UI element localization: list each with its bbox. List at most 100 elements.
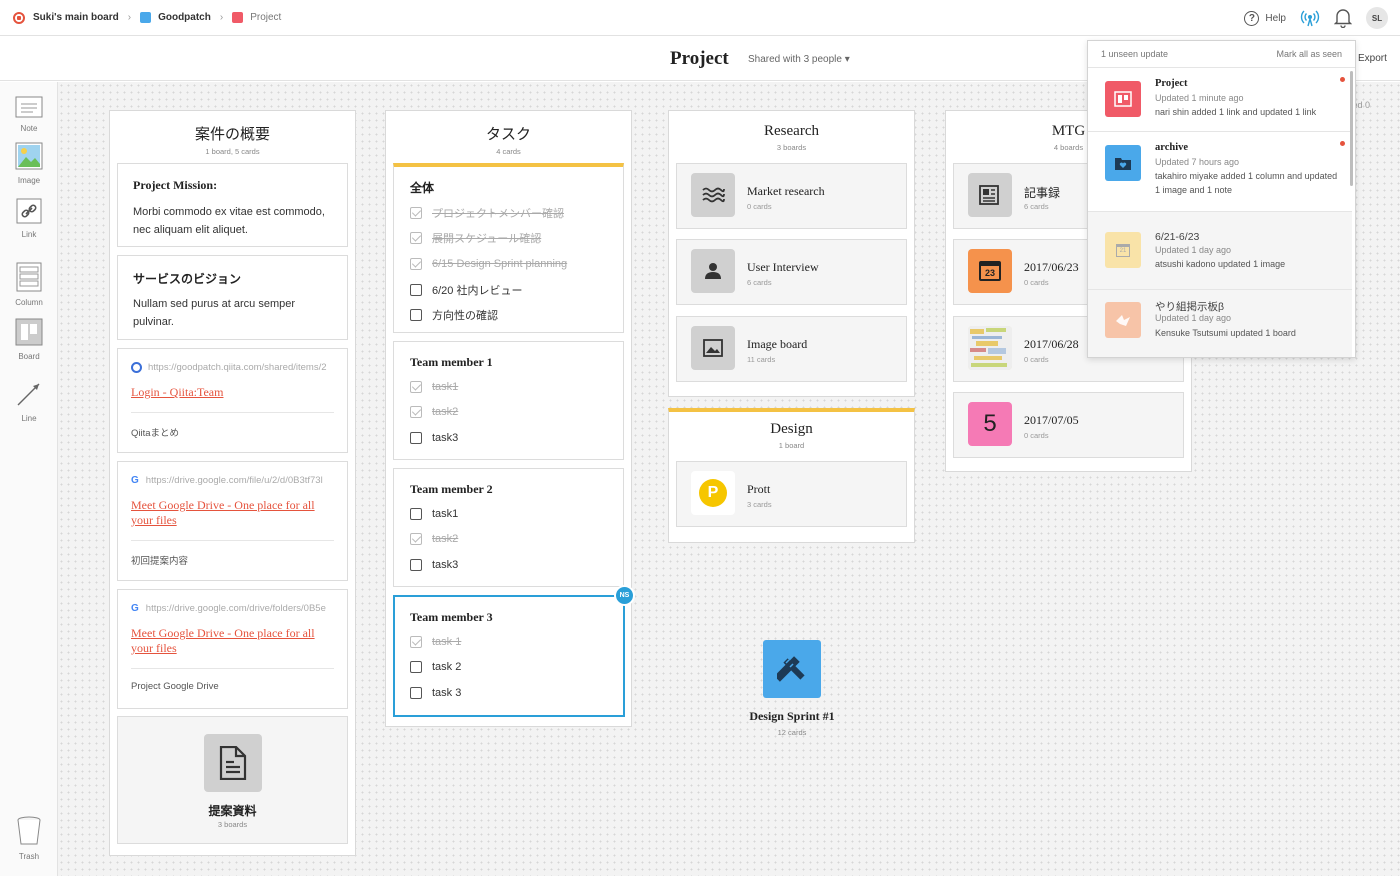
link-url: https://drive.google.com/file/u/2/d/0B3t… xyxy=(145,475,323,486)
todo-item[interactable]: task1 xyxy=(410,374,607,400)
tool-image[interactable]: Image xyxy=(0,142,58,185)
todo-item[interactable]: task1 xyxy=(410,501,607,527)
notification-item[interactable]: 21 6/21-6/23 Updated 1 day ago atsushi k… xyxy=(1088,212,1352,290)
board-subtitle: 12 cards xyxy=(777,728,807,737)
column-tasks[interactable]: タスク 4 cards 全体 プロジェクトメンバー確認 展開スケジュール確認 6… xyxy=(385,110,635,727)
breadcrumb-chevron-icon: › xyxy=(127,12,132,23)
board-icon xyxy=(15,318,43,346)
todo-item[interactable]: task2 xyxy=(410,400,607,426)
link-card[interactable]: https://goodpatch.qiita.com/shared/items… xyxy=(117,348,348,453)
checkbox-icon[interactable] xyxy=(410,431,422,444)
tool-line[interactable]: Line xyxy=(0,380,58,423)
todo-item[interactable]: task 1 xyxy=(410,629,608,655)
link-title[interactable]: Login - Qiita:Team xyxy=(131,385,334,400)
divider xyxy=(131,668,334,669)
board-title: Image board xyxy=(747,337,808,351)
checkbox-checked-icon[interactable] xyxy=(410,380,422,393)
board-design-sprint[interactable]: Design Sprint #1 12 cards xyxy=(720,640,864,737)
link-card[interactable]: G https://drive.google.com/drive/folders… xyxy=(117,589,348,709)
link-title[interactable]: Meet Google Drive - One place for all yo… xyxy=(131,498,334,528)
mark-all-seen-button[interactable]: Mark all as seen xyxy=(1276,49,1342,59)
checkbox-icon[interactable] xyxy=(410,507,422,520)
board-item-user-interview[interactable]: User Interview 6 cards xyxy=(676,239,907,305)
board-title: 提案資料 xyxy=(208,804,257,818)
link-caption: Qiitaまとめ xyxy=(131,428,180,439)
export-button[interactable]: Export xyxy=(1358,53,1387,64)
checkbox-icon[interactable] xyxy=(410,661,422,674)
todo-item[interactable]: task 3 xyxy=(410,680,608,706)
todo-item[interactable]: 6/15 Design Sprint planning xyxy=(410,251,607,277)
todo-card-selected[interactable]: Team member 3 task 1 task 2 task 3 NS xyxy=(393,585,635,717)
board-item-image-board[interactable]: Image board 11 cards xyxy=(676,316,907,382)
todo-item[interactable]: 方向性の確認 xyxy=(410,302,607,328)
link-title[interactable]: Meet Google Drive - One place for all yo… xyxy=(131,626,334,656)
checkbox-icon[interactable] xyxy=(410,686,422,699)
notification-item[interactable]: Project Updated 1 minute ago nari shin a… xyxy=(1088,68,1352,132)
board-subtitle: 3 cards xyxy=(747,500,772,509)
tool-link[interactable]: Link xyxy=(0,198,58,239)
checkbox-checked-icon[interactable] xyxy=(410,406,422,419)
folder-heart-icon xyxy=(1105,145,1141,181)
todo-item[interactable]: task2 xyxy=(410,527,607,553)
board-title: 記事録 xyxy=(1024,186,1061,200)
checkbox-checked-icon[interactable] xyxy=(410,533,422,546)
tool-column[interactable]: Column xyxy=(0,262,58,307)
notification-item[interactable]: やり組掲示板β Updated 1 day ago Kensuke Tsutsu… xyxy=(1088,290,1352,357)
todo-item[interactable]: task3 xyxy=(410,425,607,451)
board-item-20170705[interactable]: 5 2017/07/05 0 cards xyxy=(953,392,1184,458)
broadcast-icon[interactable] xyxy=(1300,9,1320,27)
link-card[interactable]: G https://drive.google.com/file/u/2/d/0B… xyxy=(117,461,348,581)
breadcrumb-item-main[interactable]: Suki's main board xyxy=(33,12,119,23)
todo-card[interactable]: Team member 1 task1 task2 task3 xyxy=(393,341,624,460)
breadcrumb-label[interactable]: Project xyxy=(250,12,281,23)
board-item-prott[interactable]: P Prott 3 cards xyxy=(676,461,907,527)
checkbox-checked-icon[interactable] xyxy=(410,257,422,270)
divider xyxy=(131,540,334,541)
breadcrumb-item-project[interactable]: Project xyxy=(232,12,281,23)
note-card[interactable]: サービスのビジョン Nullam sed purus at arcu sempe… xyxy=(117,255,348,340)
board-item-market-research[interactable]: Market research 0 cards xyxy=(676,163,907,229)
column-subtitle: 3 boards xyxy=(776,143,807,152)
note-card[interactable]: Project Mission: Morbi commodo ex vitae … xyxy=(117,163,348,247)
checkbox-icon[interactable] xyxy=(410,309,422,322)
note-icon xyxy=(15,96,43,118)
todo-item[interactable]: プロジェクトメンバー確認 xyxy=(410,200,607,226)
app-logo-icon[interactable] xyxy=(13,11,25,24)
user-avatar[interactable]: SL xyxy=(1366,7,1388,29)
board-subtitle: 0 cards xyxy=(1024,355,1049,364)
board-card[interactable]: 提案資料 3 boards xyxy=(117,716,348,844)
checkbox-checked-icon[interactable] xyxy=(410,206,422,219)
todo-item[interactable]: task 2 xyxy=(410,655,608,681)
notification-item[interactable]: archive Updated 7 hours ago takahiro miy… xyxy=(1088,132,1352,212)
column-overview[interactable]: 案件の概要 1 board, 5 cards Project Mission: … xyxy=(109,110,356,856)
todo-title: Team member 3 xyxy=(410,610,493,624)
breadcrumb-label[interactable]: Suki's main board xyxy=(33,12,119,23)
tool-note[interactable]: Note xyxy=(0,96,58,133)
tool-trash[interactable]: Trash xyxy=(0,816,58,861)
board-title: 2017/06/28 xyxy=(1024,337,1079,351)
notification-scrollbar[interactable] xyxy=(1350,71,1353,186)
column-design[interactable]: Design 1 board P Prott 3 cards xyxy=(668,408,915,543)
todo-item[interactable]: 6/20 社内レビュー xyxy=(410,277,607,303)
tool-board[interactable]: Board xyxy=(0,318,58,361)
breadcrumb-item-goodpatch[interactable]: Goodpatch xyxy=(140,12,211,23)
todo-card[interactable]: 全体 プロジェクトメンバー確認 展開スケジュール確認 6/15 Design S… xyxy=(393,163,624,333)
checkbox-icon[interactable] xyxy=(410,558,422,571)
help-button[interactable]: ? Help xyxy=(1244,10,1286,26)
todo-card[interactable]: Team member 2 task1 task2 task3 xyxy=(393,468,624,587)
page-title: Project xyxy=(670,48,729,69)
person-icon xyxy=(691,249,735,293)
column-research[interactable]: Research 3 boards Market research 0 card… xyxy=(668,110,915,397)
checkbox-checked-icon[interactable] xyxy=(410,635,422,648)
notification-bell-icon[interactable] xyxy=(1334,8,1352,28)
board-title: Market research xyxy=(747,184,825,198)
checkbox-icon[interactable] xyxy=(410,283,422,296)
date-number-icon: 5 xyxy=(968,402,1012,446)
checkbox-checked-icon[interactable] xyxy=(410,232,422,245)
breadcrumb-label[interactable]: Goodpatch xyxy=(158,12,211,23)
trash-icon xyxy=(17,816,41,845)
todo-item[interactable]: 展開スケジュール確認 xyxy=(410,226,607,252)
notification-title: archive xyxy=(1155,142,1189,153)
todo-item[interactable]: task3 xyxy=(410,552,607,578)
shared-dropdown[interactable]: Shared with 3 people ▾ xyxy=(748,54,850,65)
